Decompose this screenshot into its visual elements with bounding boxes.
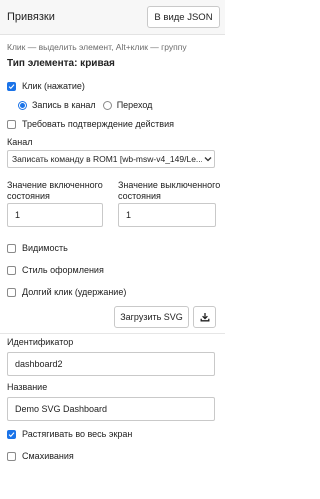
element-type-title: Тип элемента: кривая xyxy=(7,58,115,69)
stretch-checkbox-label: Растягивать во весь экран xyxy=(22,429,133,439)
swipe-checkbox-label: Смахивания xyxy=(22,451,74,461)
on-value-label: Значение включенного состояния xyxy=(7,180,103,201)
long-click-checkbox-label: Долгий клик (удержание) xyxy=(22,287,127,297)
channel-select-value: Записать команду в ROM1 [wb-msw-v4_149/L… xyxy=(12,154,202,164)
swipe-checkbox-row[interactable]: Смахивания xyxy=(7,451,74,461)
identifier-label: Идентификатор xyxy=(7,337,74,347)
click-checkbox-label: Клик (нажатие) xyxy=(22,81,85,91)
radio-group: Запись в канал Переход xyxy=(18,100,152,110)
click-hint: Клик — выделить элемент, Alt+клик — груп… xyxy=(7,42,187,52)
visibility-checkbox-label: Видимость xyxy=(22,243,68,253)
visibility-checkbox-row[interactable]: Видимость xyxy=(7,243,68,253)
stretch-checkbox-row[interactable]: Растягивать во весь экран xyxy=(7,429,132,439)
name-input[interactable]: Demo SVG Dashboard xyxy=(7,397,215,421)
download-button[interactable] xyxy=(193,306,216,328)
check-icon xyxy=(8,83,15,89)
swipe-checkbox[interactable] xyxy=(7,451,16,461)
identifier-input[interactable]: dashboard2 xyxy=(7,352,215,376)
chevron-down-icon xyxy=(202,151,214,167)
long-click-checkbox[interactable] xyxy=(7,287,16,297)
radio-write-channel-label: Запись в канал xyxy=(32,100,96,110)
load-svg-button[interactable]: Загрузить SVG xyxy=(114,306,189,328)
click-checkbox[interactable] xyxy=(7,81,16,91)
style-checkbox[interactable] xyxy=(7,265,16,275)
radio-write-channel[interactable] xyxy=(18,100,27,110)
check-icon xyxy=(8,431,15,437)
section-divider xyxy=(0,333,225,334)
click-checkbox-row[interactable]: Клик (нажатие) xyxy=(7,81,85,91)
bindings-header: Привязки В виде JSON xyxy=(0,0,225,35)
confirm-checkbox[interactable] xyxy=(7,119,16,129)
name-label: Название xyxy=(7,382,48,392)
off-value-input[interactable]: 1 xyxy=(118,203,216,227)
long-click-checkbox-row[interactable]: Долгий клик (удержание) xyxy=(7,287,126,297)
style-checkbox-label: Стиль оформления xyxy=(22,265,104,275)
radio-navigate[interactable] xyxy=(102,100,112,110)
radio-navigate-label: Переход xyxy=(116,100,153,110)
on-value-input[interactable]: 1 xyxy=(7,203,103,227)
confirm-checkbox-label: Требовать подтверждение действия xyxy=(22,119,174,129)
download-icon xyxy=(200,313,209,322)
channel-label: Канал xyxy=(7,137,33,147)
stretch-checkbox[interactable] xyxy=(7,429,16,439)
panel-title: Привязки xyxy=(7,11,55,23)
style-checkbox-row[interactable]: Стиль оформления xyxy=(7,265,104,275)
channel-select[interactable]: Записать команду в ROM1 [wb-msw-v4_149/L… xyxy=(7,150,215,168)
off-value-label: Значение выключенного состояния xyxy=(118,180,221,201)
visibility-checkbox[interactable] xyxy=(7,243,16,253)
confirm-checkbox-row[interactable]: Требовать подтверждение действия xyxy=(7,119,174,129)
view-json-button[interactable]: В виде JSON xyxy=(147,6,220,28)
